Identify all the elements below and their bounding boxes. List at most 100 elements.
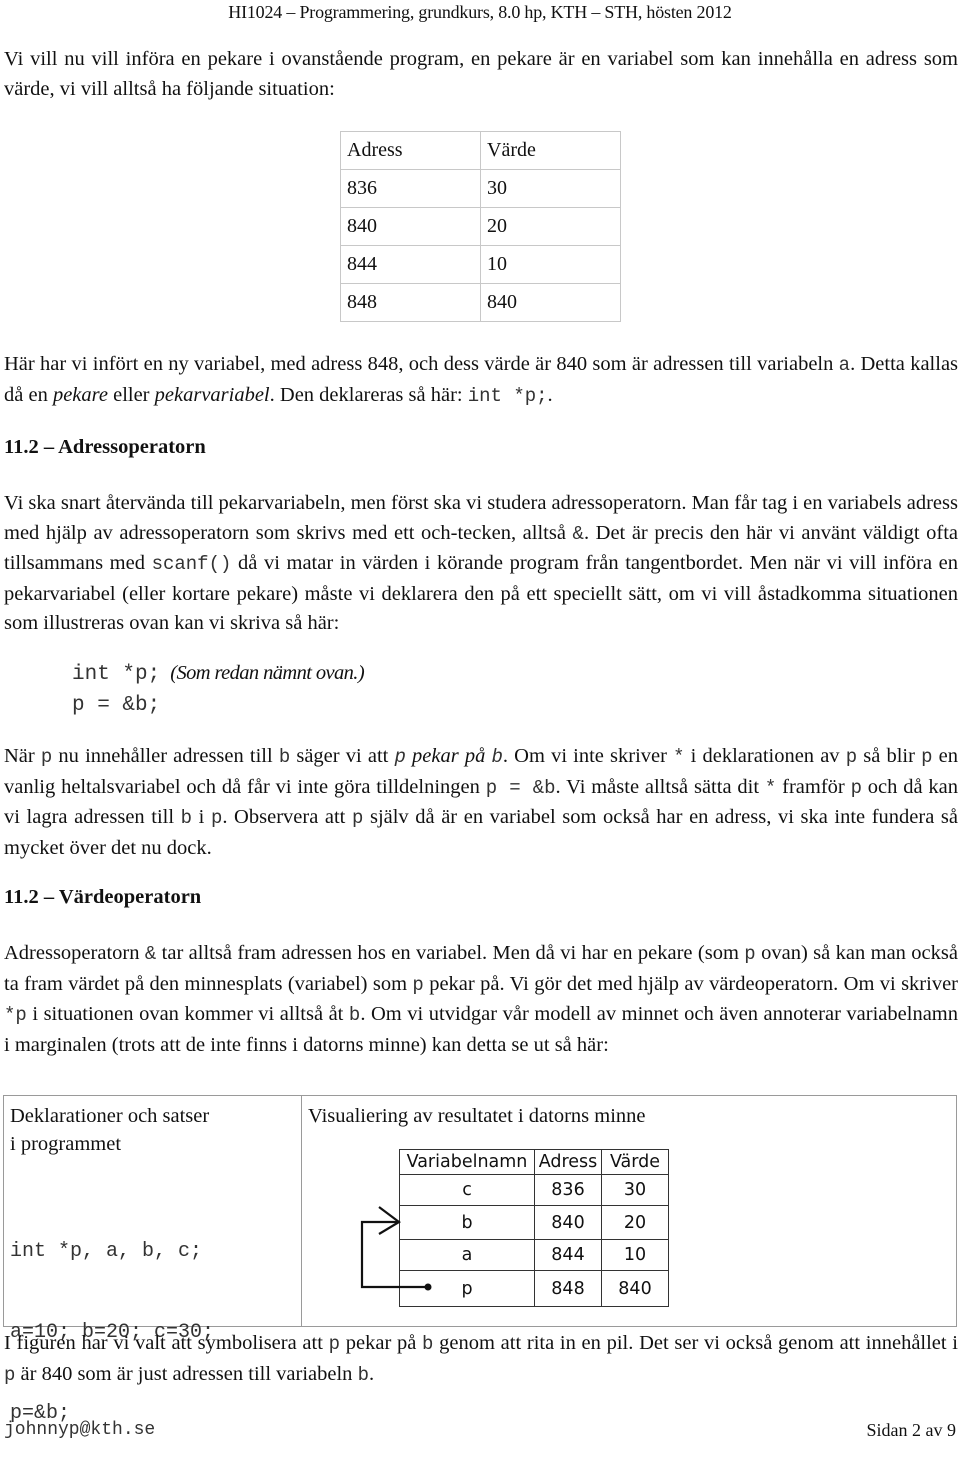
header-cell: Värde [601,1149,669,1175]
table-row: 844 10 [340,245,621,284]
text-run: framför [776,775,851,798]
inline-code: *p [4,1004,27,1026]
text-run: pekar på [405,745,492,767]
address-cell: 848 [534,1270,602,1307]
text-run: p pekar på b [394,745,503,768]
text-run: i deklarationen av [684,745,846,767]
inline-code: p [351,807,364,829]
address-cell: 840 [534,1205,602,1240]
footer-email: johnnyp@kth.se [4,1420,156,1440]
header-cell: Adress [340,131,481,170]
pointer-paragraph: När p nu innehåller adressen till b säge… [4,742,958,863]
table-row: p 848 840 [399,1270,669,1307]
inline-code: * [673,746,685,768]
arrow-head [378,1206,401,1235]
inline-code: b [278,746,291,768]
varname-cell: p [399,1270,535,1307]
code-line: int *p, a, b, c; [10,1240,203,1263]
code-note: (Som redan nämnt ovan.) [170,662,365,684]
figure-left-panel: Deklarationer och satser i programmet in… [4,1096,302,1425]
varname-cell: c [399,1174,535,1206]
inline-code: b [422,1333,434,1355]
address-cell: 848 [340,283,481,322]
emphasis: pekarvariabel [154,383,270,406]
text-run: pekar på [340,1332,423,1354]
figure-left-title: Deklarationer och satser i programmet [10,1105,210,1155]
address-cell: 840 [340,207,481,246]
varname-cell: b [399,1205,535,1240]
inline-code: p [744,943,756,965]
text-run: . Om vi inte skriver [502,745,674,767]
value-cell: 30 [601,1174,669,1206]
table-row: b 840 20 [399,1205,669,1240]
inline-code: p [210,807,223,829]
inline-code: b [180,807,193,829]
text-run: . [368,1362,375,1385]
table-row: 840 20 [340,207,621,246]
value-cell: 10 [480,245,621,284]
table-row: 848 840 [340,283,621,322]
inline-code: b [491,746,503,768]
inline-code: * [764,776,777,799]
code-example: int *p; (Som redan nämnt ovan.) p = &b; [72,658,365,720]
value-cell: 20 [480,207,621,246]
inline-code: p = &b [485,776,556,799]
table-row: c 836 30 [399,1174,669,1206]
text-run: Adressoperatorn [4,942,145,964]
inline-code: p [412,973,424,996]
inline-code: p [394,746,406,768]
inline-code: p [40,746,53,768]
text-run: . Observera att [222,806,352,828]
address-cell: 836 [534,1174,602,1206]
address-cell: 836 [340,169,481,208]
section-heading-adressoperatorn: 11.2 – Adressoperatorn [4,436,206,458]
value-cell: 30 [480,169,621,208]
inline-code: & [144,943,157,965]
explanation-paragraph: Här har vi infört en ny variabel, med ad… [4,353,959,407]
text-run: genom att rita in en pil. Det ser vi ock… [433,1332,959,1354]
text-run: i situationen ovan kommer vi alltså åt [26,1003,349,1025]
inline-code: a [838,354,851,376]
inline-code: p [921,746,933,768]
emphasis: pekare [52,383,108,406]
figure-right-title: Visualiering av resultatet i datorns min… [308,1105,646,1127]
table-row: a 844 10 [399,1239,669,1271]
text-run: nu innehåller adressen till [52,745,279,767]
address-cell: 844 [534,1239,602,1271]
inline-code: p [328,1333,341,1355]
inline-code: p [850,776,862,799]
table-row: 836 30 [340,169,621,208]
text-run: säger vi att [290,745,395,767]
intro-paragraph: Vi vill nu vill införa en pekare i ovans… [4,48,958,100]
header-cell: Adress [534,1149,602,1175]
section2-paragraph: Adressoperatorn & tar alltså fram adress… [4,939,958,1060]
caption-paragraph: I figuren har vi valt att symbolisera at… [4,1329,958,1390]
text-run: När [4,745,41,767]
table-header-row: Adress Värde [340,131,621,170]
text-run: är 840 som är just adressen till variabe… [15,1362,358,1385]
inline-code: p [4,1363,16,1386]
page-header: HI1024 – Programmering, grundkurs, 8.0 h… [228,2,732,22]
value-cell: 20 [601,1205,669,1240]
figure-box: Deklarationer och satser i programmet in… [3,1095,957,1425]
address-cell: 844 [340,245,481,284]
text-run: pekar på. Vi gör det med hjälp av värdeo… [423,972,959,995]
text-run: tar alltså fram adressen hos en variabel… [156,942,745,964]
value-cell: 10 [601,1239,669,1271]
header-cell: Värde [480,131,621,170]
header-cell: Variabelnamn [399,1149,535,1175]
memory-table: Adress Värde 836 30 840 20 844 10 848 84… [340,131,621,322]
table-header-row: Variabelnamn Adress Värde [399,1149,669,1175]
varname-cell: a [399,1239,535,1271]
code-line: p = &b; [72,694,161,717]
inline-code: scanf() [151,553,232,575]
section1-paragraph: Vi ska snart återvända till pekarvariabe… [4,492,958,634]
section-heading-vardeoperatorn: 11.2 – Värdeoperatorn [4,886,202,908]
inline-code: b [348,1004,361,1026]
footer-page-number: Sidan 2 av 9 [866,1420,957,1440]
variable-memory-table: Variabelnamn Adress Värde c 836 30 b 840… [399,1149,669,1307]
inline-code: & [572,522,584,545]
value-cell: 840 [480,283,621,322]
text-run: . Vi måste alltså sätta dit [555,775,765,798]
inline-code: b [357,1363,369,1386]
